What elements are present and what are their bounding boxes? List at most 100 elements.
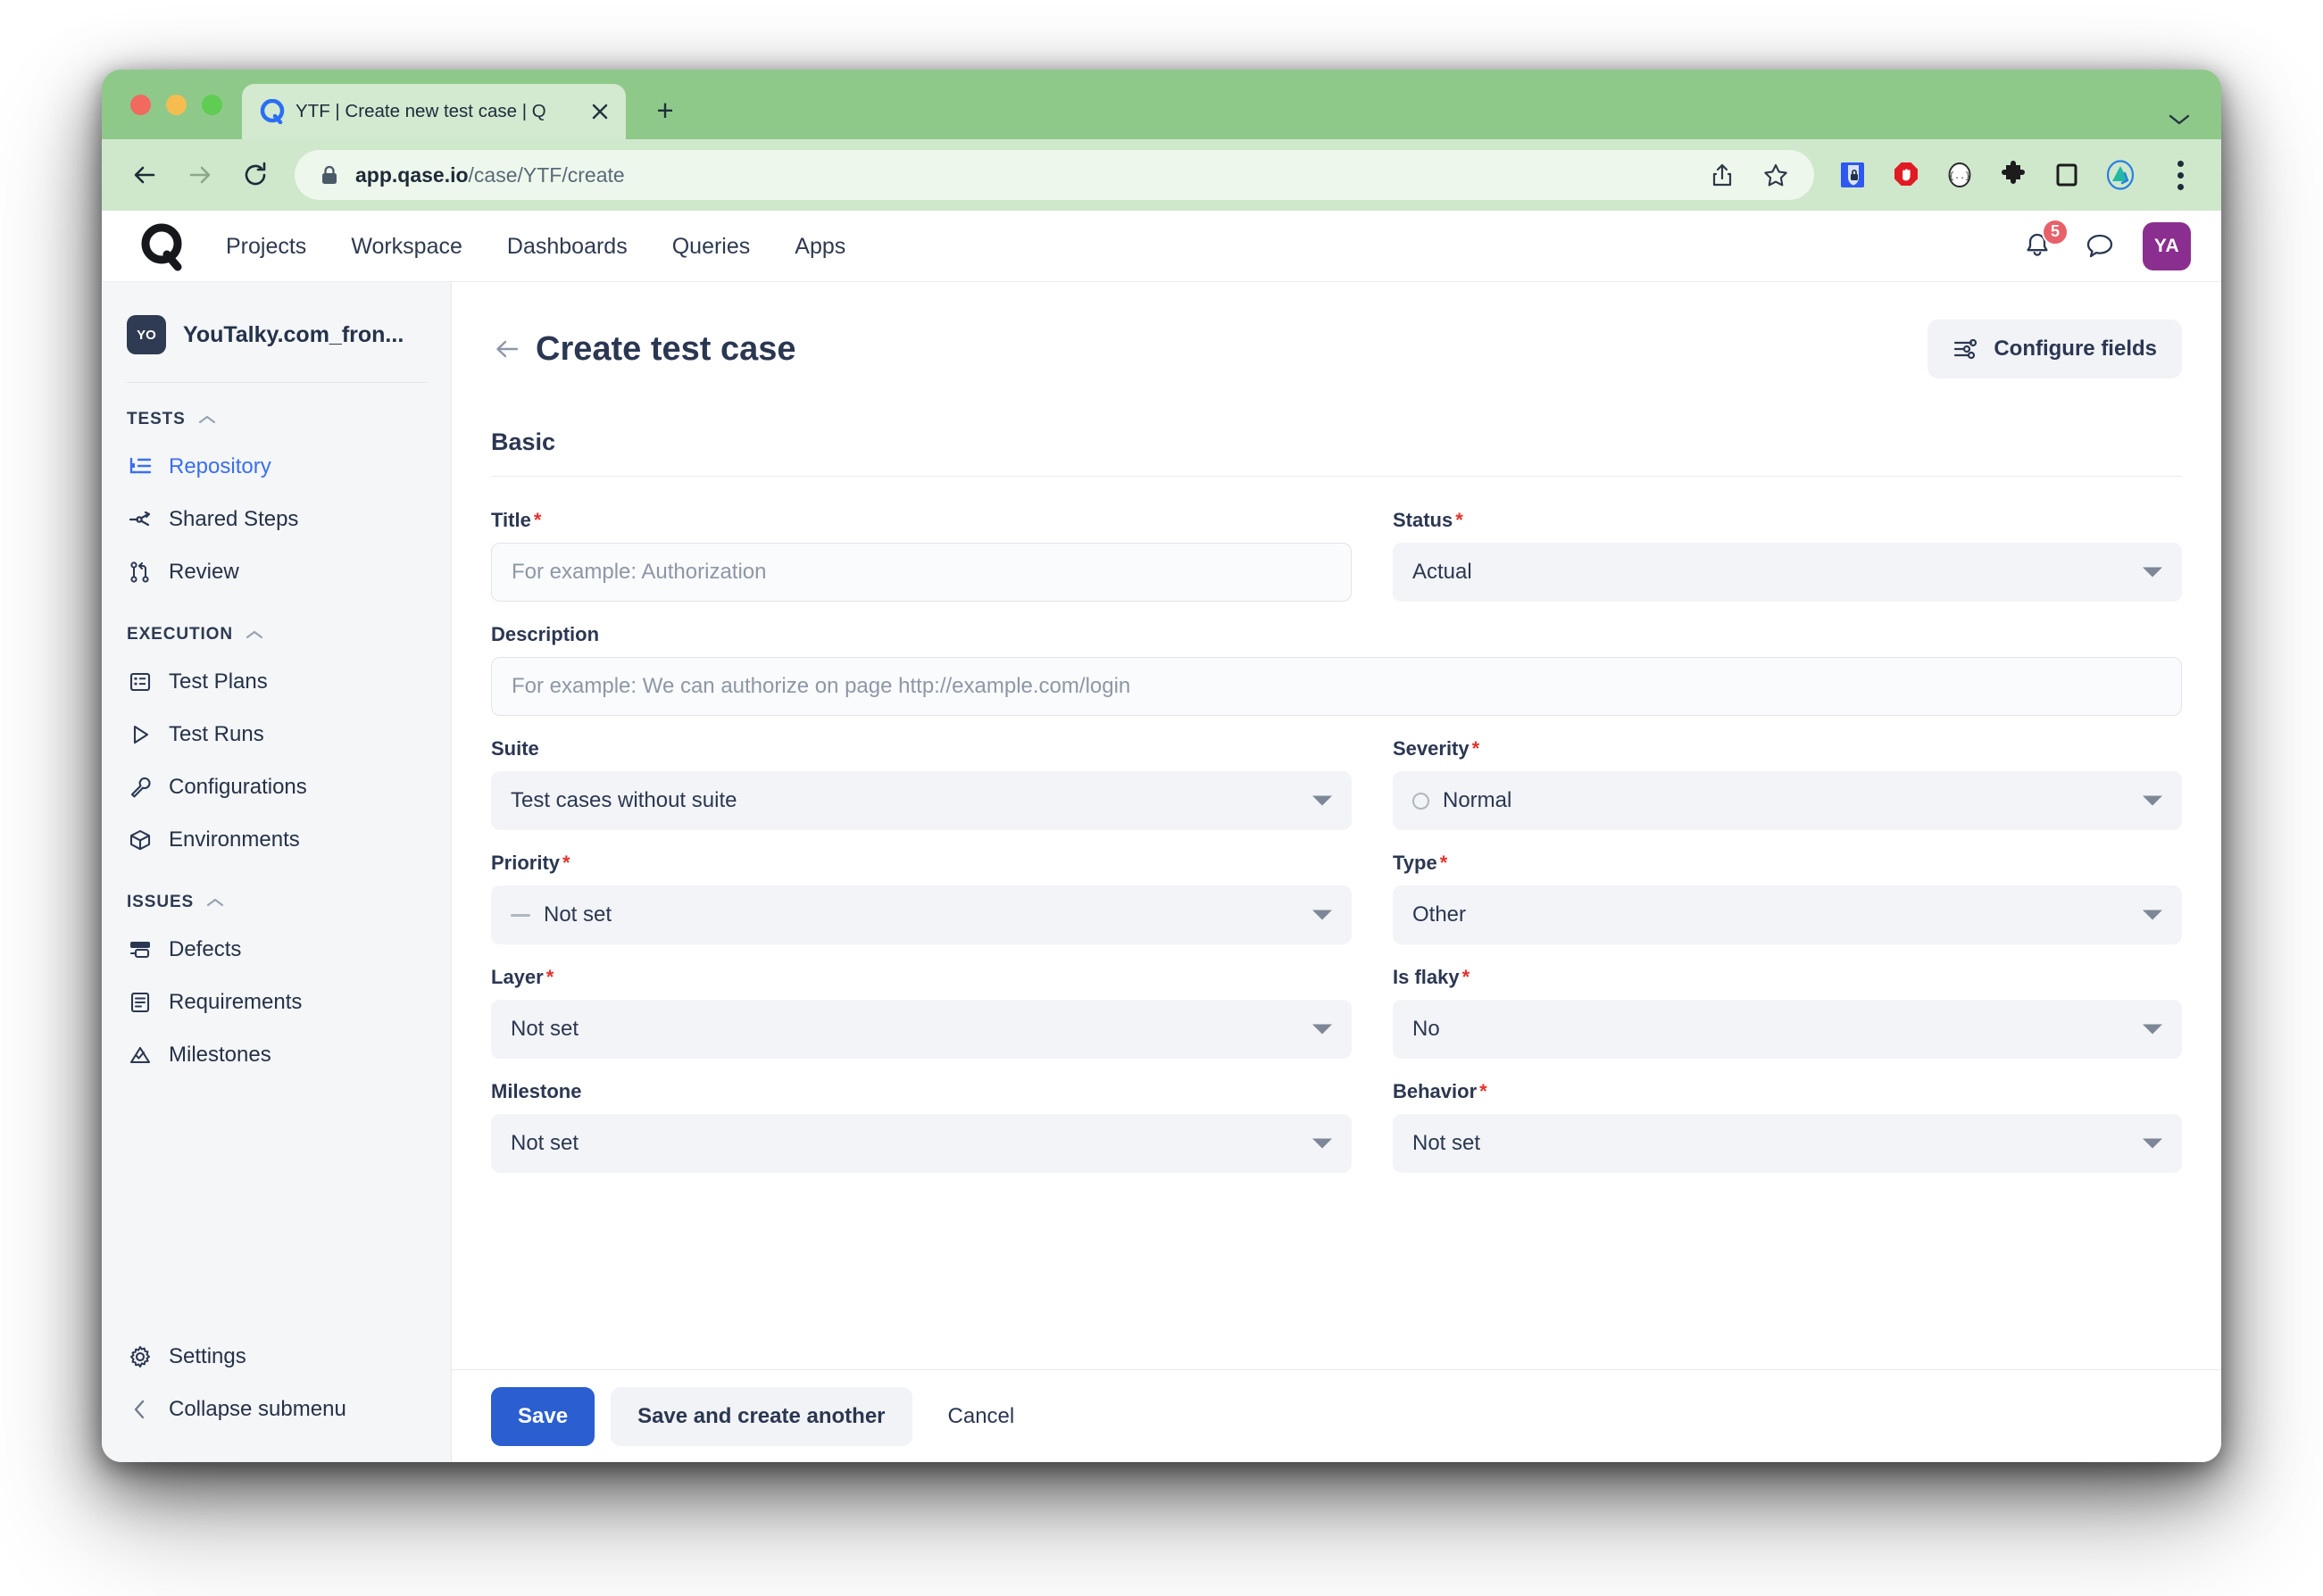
app-top-nav: Projects Workspace Dashboards Queries Ap… — [102, 211, 2221, 282]
chevron-up-icon[interactable] — [245, 628, 264, 641]
type-select[interactable]: Other — [1393, 885, 2182, 944]
sidebar-item-test-plans[interactable]: Test Plans — [102, 655, 451, 708]
json-viewer-icon[interactable]: {..} — [1943, 158, 1977, 192]
main-content: Create test case Configure fields Basic … — [452, 282, 2221, 1462]
required-asterisk: * — [562, 852, 570, 874]
address-bar-actions — [1705, 158, 1798, 192]
minimize-window-button[interactable] — [166, 94, 187, 115]
configurations-icon — [127, 774, 154, 801]
sidebar-group-issues[interactable]: ISSUES — [102, 866, 451, 923]
chevron-up-icon[interactable] — [197, 413, 217, 426]
severity-select[interactable]: Normal — [1393, 771, 2182, 830]
milestone-select[interactable]: Not set — [491, 1114, 1352, 1173]
password-manager-icon[interactable] — [1836, 158, 1869, 192]
description-input[interactable]: For example: We can authorize on page ht… — [491, 657, 2182, 716]
adblock-icon[interactable] — [1889, 158, 1923, 192]
desktop-background: YTF | Create new test case | Q + app.qas… — [0, 0, 2323, 1596]
nav-item-apps[interactable]: Apps — [772, 211, 868, 282]
requirements-icon — [127, 989, 154, 1016]
svg-text:{..}: {..} — [1949, 171, 1970, 182]
title-input[interactable]: For example: Authorization — [491, 543, 1352, 602]
extensions-tray: {..} — [1830, 155, 2198, 195]
type-select-value: Other — [1412, 902, 1467, 927]
severity-select-value: Normal — [1443, 788, 1512, 812]
tab-list-chevron-down-icon[interactable] — [2168, 112, 2191, 127]
extensions-puzzle-icon[interactable] — [1996, 158, 2030, 192]
sidebar-group-tests[interactable]: TESTS — [102, 383, 451, 440]
layer-select[interactable]: Not set — [491, 1000, 1352, 1059]
project-name: YouTalky.com_fron... — [183, 321, 404, 347]
close-window-button[interactable] — [130, 94, 151, 115]
required-asterisk: * — [1479, 1080, 1487, 1102]
sidebar-item-defects[interactable]: Defects — [102, 923, 451, 976]
configure-fields-button[interactable]: Configure fields — [1928, 320, 2182, 378]
profile-extension-icon[interactable] — [2103, 158, 2137, 192]
sidebar-item-label: Requirements — [169, 989, 303, 1014]
back-arrow-icon[interactable] — [487, 329, 527, 369]
cancel-button[interactable]: Cancel — [928, 1387, 1035, 1446]
milestones-icon — [127, 1042, 154, 1068]
nav-item-projects[interactable]: Projects — [204, 211, 329, 282]
field-label: Title * — [491, 509, 1352, 532]
back-button-icon[interactable] — [121, 152, 168, 198]
sidebar-item-label: Test Plans — [169, 669, 268, 694]
field-label-text: Layer — [491, 966, 544, 988]
field-suite: Suite Test cases without suite — [491, 737, 1352, 830]
test-plans-icon — [127, 669, 154, 695]
qase-logo-icon[interactable] — [129, 220, 198, 272]
bookmark-star-icon[interactable] — [1759, 158, 1793, 192]
sidebar-item-requirements[interactable]: Requirements — [102, 976, 451, 1028]
chevron-down-icon — [1312, 795, 1332, 806]
chevron-down-icon — [2143, 567, 2162, 578]
save-and-create-another-button[interactable]: Save and create another — [611, 1386, 912, 1446]
sidebar-item-label: Review — [169, 559, 239, 584]
chevron-left-icon — [127, 1396, 154, 1423]
field-label-text: Priority — [491, 852, 561, 874]
share-icon[interactable] — [1705, 158, 1739, 192]
is-flaky-select[interactable]: No — [1393, 1000, 2182, 1059]
address-bar[interactable]: app.qase.io/case/YTF/create — [295, 150, 1814, 200]
behavior-select[interactable]: Not set — [1393, 1114, 2182, 1173]
suite-select[interactable]: Test cases without suite — [491, 771, 1352, 830]
collapse-submenu-button[interactable]: Collapse submenu — [102, 1383, 451, 1435]
sidebar-item-label: Test Runs — [169, 721, 264, 746]
sidebar-item-review[interactable]: Review — [102, 545, 451, 598]
browser-tab[interactable]: YTF | Create new test case | Q — [242, 84, 626, 139]
chat-button[interactable] — [2084, 230, 2116, 262]
notifications-button[interactable]: 5 — [2018, 218, 2069, 266]
chrome-menu-icon[interactable] — [2162, 155, 2198, 195]
new-tab-button[interactable]: + — [640, 86, 690, 136]
section-title-basic: Basic — [491, 428, 556, 455]
priority-select[interactable]: Not set — [491, 885, 1352, 944]
sidebar-item-repository[interactable]: Repository — [102, 440, 451, 493]
sidebar-item-milestones[interactable]: Milestones — [102, 1028, 451, 1081]
chevron-down-icon — [1312, 1024, 1332, 1035]
project-switcher[interactable]: YO YouTalky.com_fron... — [102, 305, 451, 361]
form-row-description: Description For example: We can authoriz… — [491, 623, 2182, 737]
side-panel-icon[interactable] — [2050, 158, 2084, 192]
field-label: Severity * — [1393, 737, 2182, 761]
sidebar-item-test-runs[interactable]: Test Runs — [102, 708, 451, 761]
required-asterisk: * — [545, 966, 554, 988]
sidebar-item-shared-steps[interactable]: Shared Steps — [102, 493, 451, 545]
form-row-title-status: Title * For example: Authorization Statu… — [491, 509, 2182, 623]
page-title: Create test case — [536, 329, 796, 368]
field-layer: Layer * Not set — [491, 966, 1352, 1059]
sidebar-item-settings[interactable]: Settings — [102, 1330, 451, 1383]
maximize-window-button[interactable] — [202, 94, 222, 115]
sidebar-group-execution[interactable]: EXECUTION — [102, 598, 451, 655]
nav-item-dashboards[interactable]: Dashboards — [485, 211, 650, 282]
chevron-down-icon — [2143, 1024, 2162, 1035]
nav-item-workspace[interactable]: Workspace — [329, 211, 485, 282]
sidebar-item-label: Environments — [169, 827, 300, 852]
sidebar-item-environments[interactable]: Environments — [102, 813, 451, 866]
close-tab-icon[interactable] — [587, 98, 613, 125]
save-button[interactable]: Save — [491, 1386, 595, 1446]
user-avatar[interactable]: YA — [2143, 221, 2191, 270]
nav-item-queries[interactable]: Queries — [650, 211, 773, 282]
site-lock-icon[interactable] — [318, 163, 341, 187]
reload-button-icon[interactable] — [232, 152, 279, 198]
chevron-up-icon[interactable] — [205, 896, 225, 909]
sidebar-item-configurations[interactable]: Configurations — [102, 761, 451, 813]
status-select[interactable]: Actual — [1393, 543, 2182, 602]
